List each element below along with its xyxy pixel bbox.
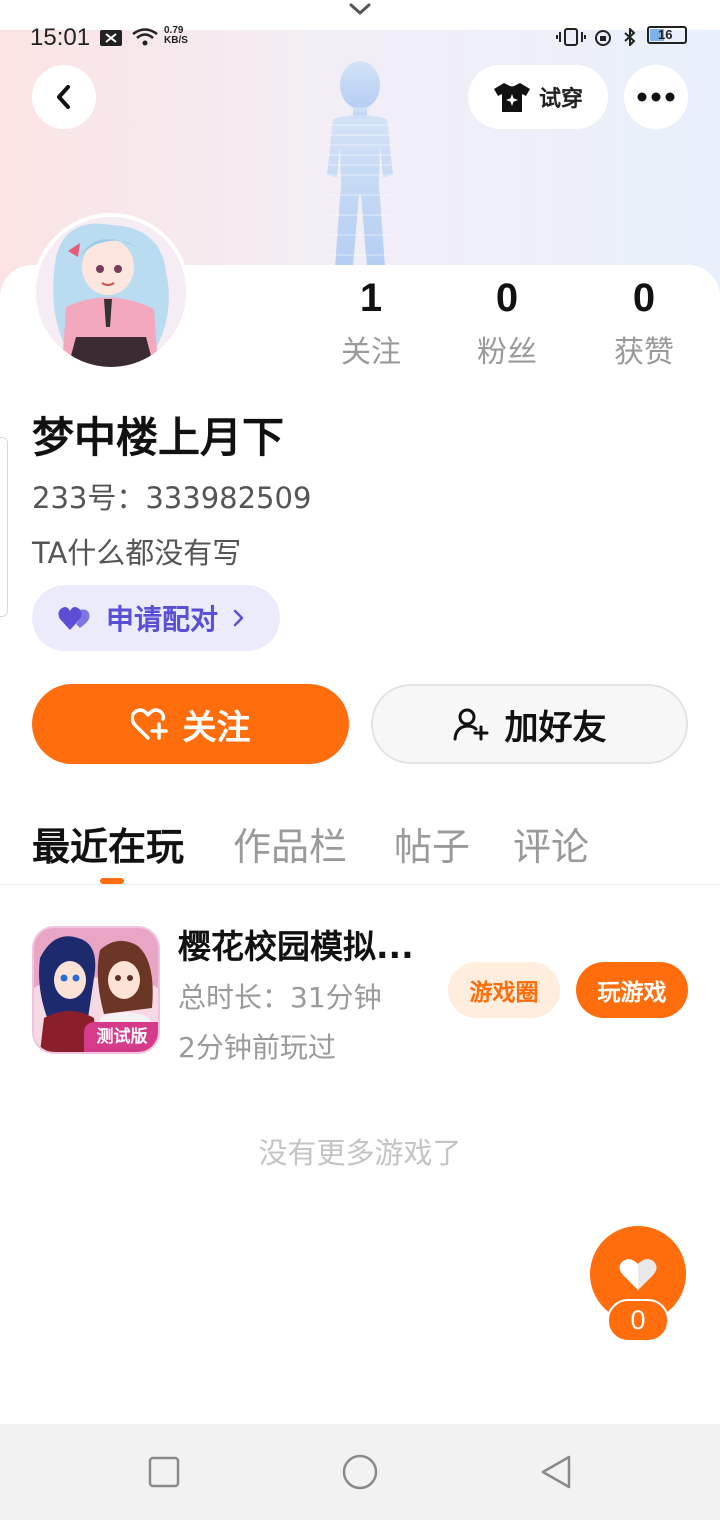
back-button[interactable] xyxy=(32,65,96,129)
system-nav-bar xyxy=(0,1424,720,1520)
play-game-button[interactable]: 玩游戏 xyxy=(576,962,688,1018)
stat-value: 1 xyxy=(359,276,383,320)
double-heart-icon xyxy=(58,607,90,630)
battery-level: 16 xyxy=(658,27,673,42)
heart-plus-icon xyxy=(130,708,168,740)
test-version-badge: 测试版 xyxy=(84,1022,158,1052)
avatar-image xyxy=(36,217,186,367)
request-pair-label: 申请配对 xyxy=(106,603,219,636)
status-time: 15:01 xyxy=(30,24,91,51)
net-speed: 0.79 KB/S xyxy=(164,25,188,46)
game-title[interactable]: 樱花校园模拟... xyxy=(178,920,438,968)
home-button[interactable] xyxy=(340,1452,380,1492)
stat-following[interactable]: 1 关注 xyxy=(316,275,426,371)
side-handle[interactable] xyxy=(0,437,8,617)
add-friend-label: 加好友 xyxy=(504,707,607,748)
more-button[interactable] xyxy=(624,65,688,129)
alarm-icon xyxy=(595,30,611,46)
more-dots-icon xyxy=(637,92,675,102)
stat-label: 粉丝 xyxy=(477,335,537,370)
game-duration: 总时长：31分钟 xyxy=(178,981,382,1014)
add-friend-button[interactable]: 加好友 xyxy=(371,684,688,764)
try-on-button[interactable]: 试穿 xyxy=(468,65,608,129)
heart-icon xyxy=(619,1259,657,1290)
follow-label: 关注 xyxy=(182,707,251,748)
divider xyxy=(0,884,720,885)
vibrate-icon xyxy=(556,28,586,46)
user-bio: TA什么都没有写 xyxy=(32,536,242,570)
like-count: 0 xyxy=(607,1299,669,1342)
follow-button[interactable]: 关注 xyxy=(32,684,349,764)
back-nav-button[interactable] xyxy=(536,1452,576,1492)
notification-icon xyxy=(100,30,122,46)
tab-works[interactable]: 作品栏 xyxy=(233,816,347,871)
request-pair-button[interactable]: 申请配对 xyxy=(32,585,280,651)
chevron-right-icon xyxy=(233,609,244,627)
tab-comments[interactable]: 评论 xyxy=(513,816,589,871)
user-id[interactable]: 233号：333982509 xyxy=(32,475,311,517)
game-circle-button[interactable]: 游戏圈 xyxy=(448,962,560,1018)
battery-icon: 16 xyxy=(647,26,687,44)
chevron-down-icon[interactable] xyxy=(345,0,375,20)
chevron-left-icon xyxy=(57,85,70,109)
stat-fans[interactable]: 0 粉丝 xyxy=(452,275,562,371)
avatar[interactable] xyxy=(32,213,190,371)
avatar-figure-icon xyxy=(325,61,395,267)
tshirt-icon xyxy=(493,83,530,112)
circle-icon xyxy=(342,1454,378,1490)
try-on-label: 试穿 xyxy=(538,87,583,112)
tab-recent-play[interactable]: 最近在玩 xyxy=(32,816,184,871)
game-last-played: 2分钟前玩过 xyxy=(178,1031,336,1064)
status-bar: 15:01 0.79 KB/S 16 xyxy=(0,24,720,51)
stat-value: 0 xyxy=(495,276,519,320)
tab-posts[interactable]: 帖子 xyxy=(394,816,470,871)
wifi-icon xyxy=(132,28,158,46)
stat-label: 获赞 xyxy=(614,335,674,370)
stat-likes[interactable]: 0 获赞 xyxy=(589,275,699,371)
recents-button[interactable] xyxy=(144,1452,184,1492)
add-user-icon xyxy=(453,708,488,741)
username: 梦中楼上月下 xyxy=(32,413,285,462)
stat-value: 0 xyxy=(632,276,656,320)
game-icon[interactable]: 测试版 xyxy=(32,926,160,1054)
bluetooth-icon xyxy=(624,28,636,46)
no-more-games-text: 没有更多游戏了 xyxy=(258,1136,462,1170)
square-icon xyxy=(148,1456,180,1488)
triangle-back-icon xyxy=(541,1455,571,1489)
stat-label: 关注 xyxy=(341,335,401,370)
